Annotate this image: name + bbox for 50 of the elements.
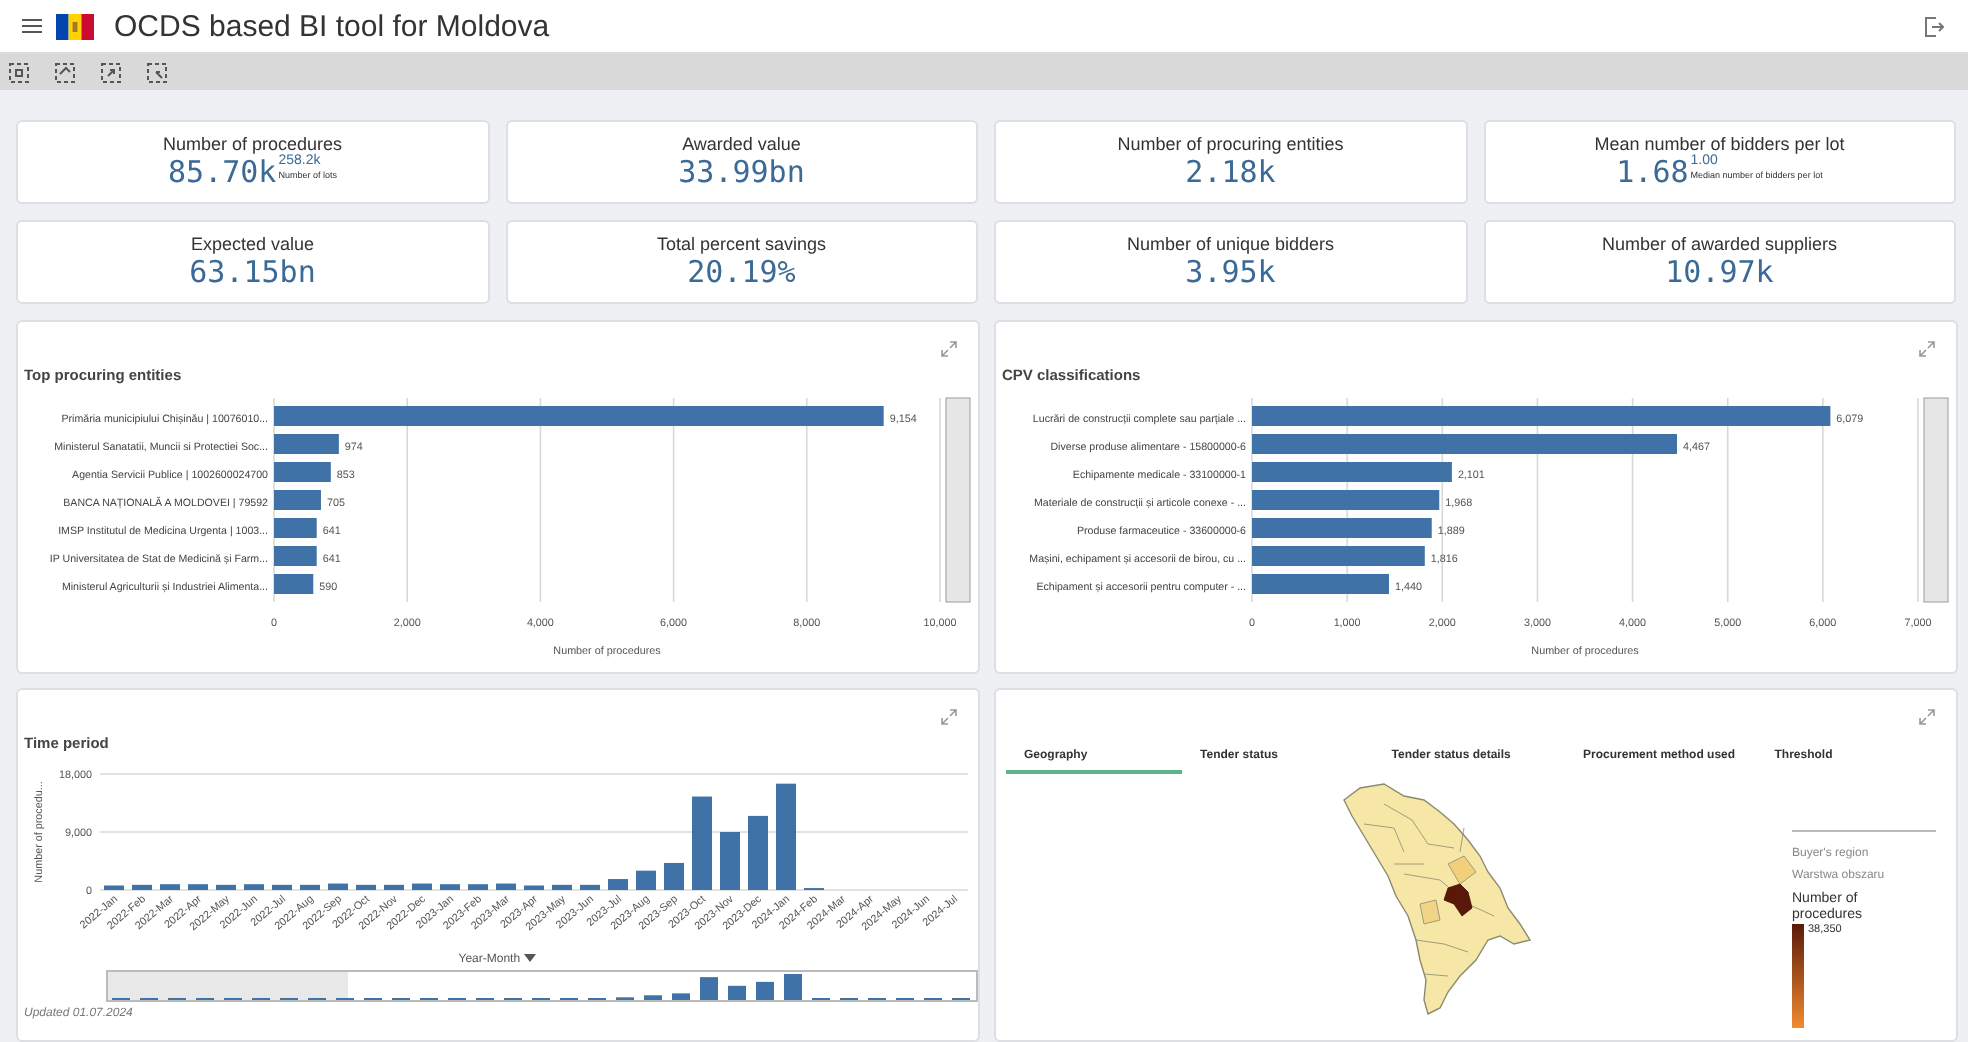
bar[interactable] <box>524 885 544 890</box>
kpi-value: 20.19% <box>687 254 796 290</box>
kpi-value: 3.95k <box>1185 254 1276 290</box>
expand-icon[interactable] <box>1918 708 1936 726</box>
expand-icon[interactable] <box>1918 340 1936 358</box>
region-map-drawing[interactable] <box>1342 782 1532 1016</box>
bar[interactable] <box>664 862 684 890</box>
color-scale <box>1792 924 1804 1028</box>
kpi-value: 85.70k <box>168 154 277 190</box>
bar[interactable] <box>132 884 152 890</box>
selection-tool-icon[interactable] <box>100 61 122 83</box>
bar[interactable] <box>272 884 292 890</box>
kpi-label: Awarded value <box>682 134 801 154</box>
bar[interactable] <box>300 884 320 890</box>
expand-icon[interactable] <box>940 708 958 726</box>
app-title: OCDS based BI tool for Moldova <box>114 9 550 43</box>
expand-icon[interactable] <box>940 340 958 358</box>
selection-tool-icon[interactable] <box>54 61 76 83</box>
bar[interactable] <box>636 870 656 890</box>
kpi-label: Number of procuring entities <box>1117 134 1344 154</box>
kpi-value: 2.18k <box>1185 154 1276 190</box>
bar[interactable] <box>580 884 600 890</box>
range-navigator-drawing[interactable] <box>106 970 978 1002</box>
bar[interactable] <box>552 884 572 890</box>
kpi-label: Mean number of bidders per lot <box>1594 134 1845 154</box>
scrollbar[interactable] <box>1923 397 1949 603</box>
bar[interactable] <box>356 884 376 890</box>
caret-icon <box>523 954 536 962</box>
bar[interactable] <box>216 884 236 890</box>
kpi-value: 1.68 <box>1616 154 1689 190</box>
menu-icon[interactable] <box>22 18 42 34</box>
flag-icon <box>56 13 94 39</box>
bar[interactable] <box>328 883 348 890</box>
kpi-label: Number of procedures <box>162 134 343 154</box>
exit-icon[interactable] <box>1924 15 1944 37</box>
bar[interactable] <box>496 883 516 890</box>
bar[interactable] <box>104 885 124 890</box>
kpi-value: 10.97k <box>1665 254 1774 290</box>
kpi-value: 63.15bn <box>189 254 316 290</box>
kpi-label: Number of unique bidders <box>1126 234 1335 254</box>
kpi-label: Total percent savings <box>656 234 827 254</box>
selection-tool-icon[interactable] <box>146 61 168 83</box>
bar[interactable] <box>412 883 432 890</box>
kpi-value: 33.99bn <box>678 154 805 190</box>
bar[interactable] <box>274 574 314 594</box>
scrollbar[interactable] <box>945 397 971 603</box>
selection-tool-icon[interactable] <box>8 61 30 83</box>
kpi-label: Number of awarded suppliers <box>1601 234 1838 254</box>
bar[interactable] <box>384 884 404 890</box>
kpi-label: Expected value <box>190 234 315 254</box>
